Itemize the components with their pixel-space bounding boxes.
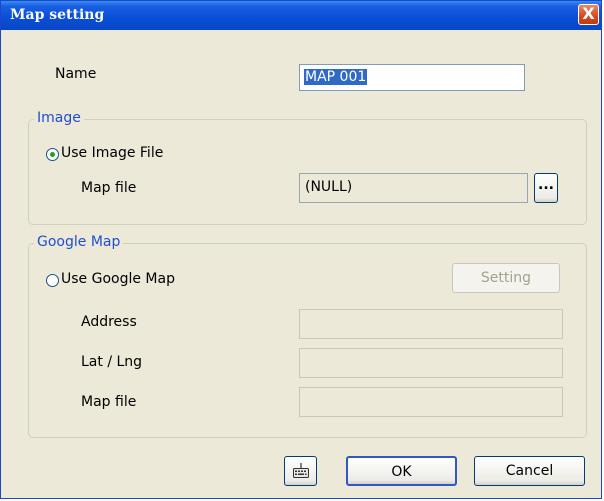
address-input[interactable]	[299, 309, 563, 339]
close-icon: X	[582, 4, 595, 23]
image-map-file-label: Map file	[81, 180, 137, 196]
close-button[interactable]: X	[578, 4, 599, 25]
browse-button[interactable]: ...	[534, 173, 558, 203]
name-value: MAP 001	[304, 69, 368, 85]
use-image-file-radio[interactable]	[46, 148, 59, 161]
setting-button[interactable]: Setting	[452, 263, 560, 293]
image-group	[28, 119, 587, 225]
latlng-label: Lat / Lng	[81, 354, 143, 370]
cancel-button[interactable]: Cancel	[474, 456, 585, 486]
name-label: Name	[55, 66, 97, 82]
use-image-file-label[interactable]: Use Image File	[61, 145, 163, 161]
google-map-group-legend: Google Map	[34, 234, 124, 250]
name-input[interactable]: MAP 001	[299, 64, 525, 91]
title-bar[interactable]: Map setting X	[1, 1, 601, 30]
ok-button[interactable]: OK	[346, 456, 457, 486]
use-google-map-label[interactable]: Use Google Map	[61, 271, 175, 287]
google-map-file-label: Map file	[81, 394, 137, 410]
address-label: Address	[81, 314, 137, 330]
map-setting-dialog: Map setting X Name MAP 001 Image Use Ima…	[0, 0, 602, 499]
image-group-legend: Image	[34, 110, 84, 126]
radio-selected-dot	[50, 152, 55, 157]
image-map-file-field: (NULL)	[299, 173, 528, 203]
window-title: Map setting	[10, 7, 105, 23]
image-map-file-value: (NULL)	[305, 179, 353, 195]
google-map-file-input[interactable]	[299, 387, 563, 417]
latlng-input[interactable]	[299, 348, 563, 378]
keyboard-icon	[293, 463, 309, 478]
use-google-map-radio[interactable]	[46, 274, 59, 287]
keyboard-button[interactable]	[284, 456, 317, 486]
